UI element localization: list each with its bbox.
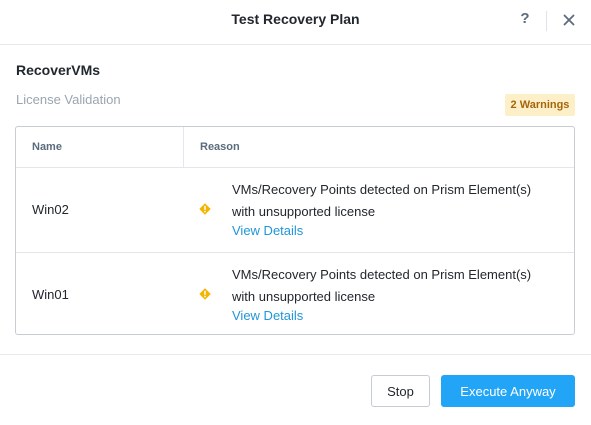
close-icon (563, 14, 575, 26)
warning-icon (199, 203, 211, 215)
reason-line: with unsupported license (232, 204, 376, 219)
table-header: Name Reason (16, 127, 574, 168)
table-row: Win02 VMs/Recovery Points detected on Pr… (16, 168, 574, 253)
dialog-title: Test Recovery Plan (231, 11, 360, 27)
reason-text: VMs/Recovery Points detected on Prism El… (232, 179, 562, 223)
dialog-header: Test Recovery Plan ? (0, 0, 591, 45)
warning-icon (199, 288, 211, 300)
validation-table: Name Reason Win02 VMs/Recovery Points de… (15, 126, 575, 335)
execute-anyway-button[interactable]: Execute Anyway (441, 375, 575, 407)
help-button[interactable]: ? (516, 10, 534, 30)
table-row: Win01 VMs/Recovery Points detected on Pr… (16, 253, 574, 334)
column-divider (183, 127, 184, 167)
header-divider (546, 11, 547, 31)
warnings-count-badge: 2 Warnings (505, 94, 575, 116)
column-header-name: Name (32, 141, 62, 153)
vm-name: Win01 (32, 287, 69, 302)
stop-button[interactable]: Stop (371, 375, 430, 407)
reason-line: VMs/Recovery Points detected on Prism El… (232, 182, 532, 197)
license-validation-label: License Validation (16, 92, 121, 107)
column-header-reason: Reason (200, 141, 240, 153)
reason-text: VMs/Recovery Points detected on Prism El… (232, 264, 562, 308)
view-details-link[interactable]: View Details (232, 308, 303, 323)
vm-name: Win02 (32, 202, 69, 217)
reason-line: VMs/Recovery Points detected on Prism El… (232, 267, 532, 282)
close-button[interactable] (561, 12, 577, 28)
view-details-link[interactable]: View Details (232, 223, 303, 238)
reason-line: with unsupported license (232, 289, 376, 304)
footer-divider (0, 354, 591, 355)
test-recovery-plan-dialog: Test Recovery Plan ? RecoverVMs License … (0, 0, 591, 425)
recovery-plan-name: RecoverVMs (16, 62, 101, 78)
